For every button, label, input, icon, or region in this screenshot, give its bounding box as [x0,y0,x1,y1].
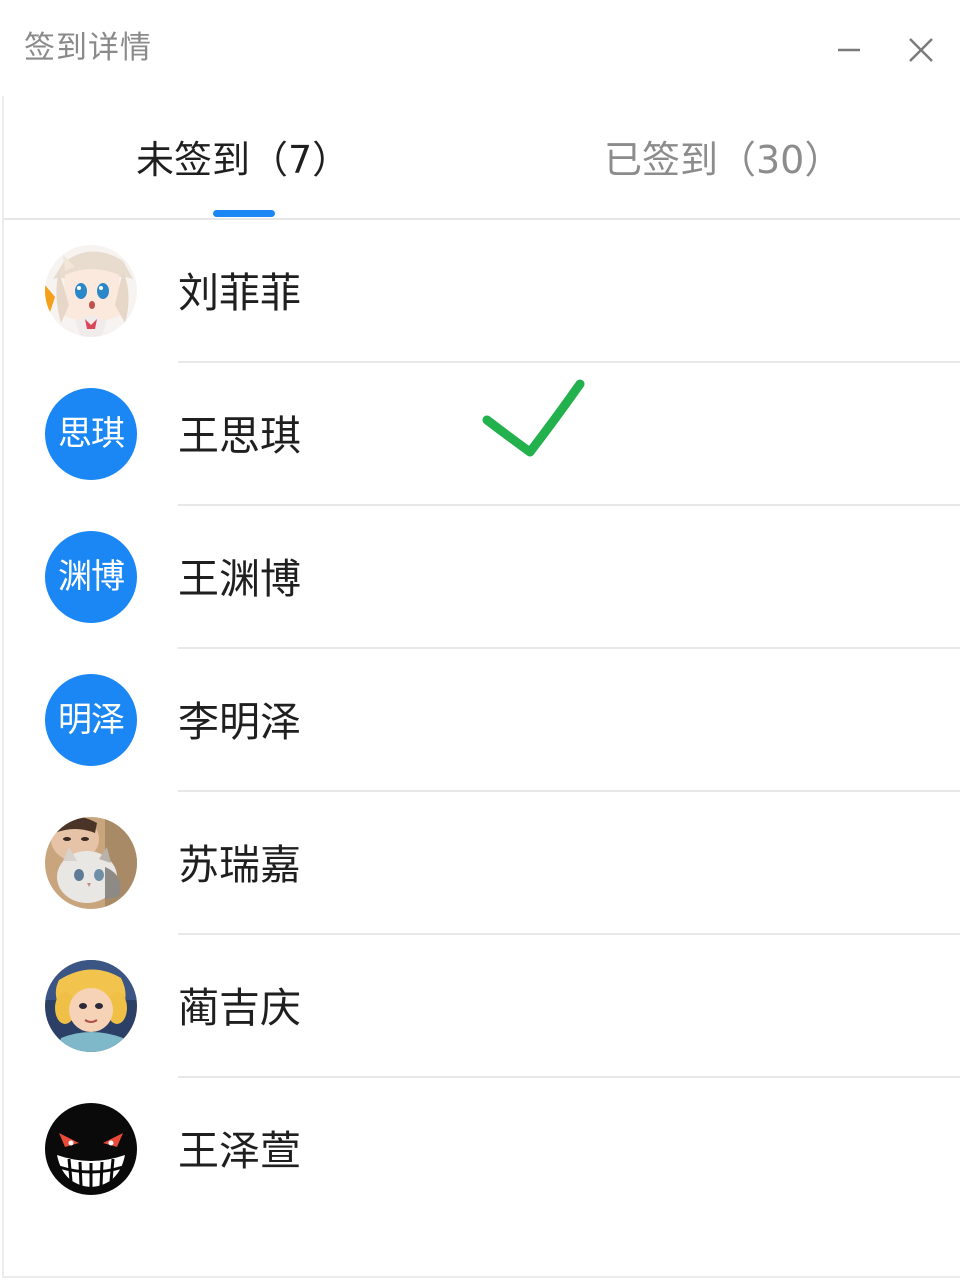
list-item[interactable]: 渊博 王渊博 [4,506,960,649]
tab-bar: 未签到（7） 已签到（30） [4,96,960,220]
avatar: 思琪 [45,388,137,480]
list-item[interactable]: 王泽萱 [4,1078,960,1221]
anime-girl-avatar-icon [45,245,137,337]
cartoon-girl-avatar-icon [45,960,137,1052]
member-name: 李明泽 [178,698,301,746]
member-name: 蔺吉庆 [178,984,301,1032]
content-panel: 未签到（7） 已签到（30） 刘菲菲 思琪 王思琪 渊博 王渊博 明泽 李明泽 … [2,96,960,1278]
avatar [45,960,137,1052]
tab-not-signed-in[interactable]: 未签到（7） [136,136,350,184]
avatar: 明泽 [45,674,137,766]
list-item[interactable]: 苏瑞嘉 [4,792,960,935]
avatar [45,245,137,337]
member-name: 王泽萱 [178,1127,301,1175]
close-icon [909,38,933,62]
sign-in-details-window: 签到详情 未签到（7） 已签到（30） 刘菲菲 思琪 王思琪 渊博 王渊博 明泽… [0,0,960,1280]
close-button[interactable] [901,30,941,70]
list-item[interactable]: 明泽 李明泽 [4,649,960,792]
tab-signed-in[interactable]: 已签到（30） [604,136,842,184]
list-item[interactable]: 刘菲菲 [4,220,960,363]
cat-photo-avatar-icon [45,817,137,909]
avatar [45,817,137,909]
member-name: 王渊博 [178,555,301,603]
member-list: 刘菲菲 思琪 王思琪 渊博 王渊博 明泽 李明泽 苏瑞嘉 蔺吉庆 王泽萱 [4,220,960,1221]
member-name: 刘菲菲 [178,269,301,317]
title-bar: 签到详情 [0,0,960,96]
member-name: 苏瑞嘉 [178,841,301,889]
avatar [45,1103,137,1195]
grinning-face-avatar-icon [45,1103,137,1195]
list-item[interactable]: 蔺吉庆 [4,935,960,1078]
minimize-icon [838,48,860,52]
avatar: 渊博 [45,531,137,623]
active-tab-indicator [213,210,275,217]
member-name: 王思琪 [178,412,301,460]
minimize-button[interactable] [829,30,869,70]
window-title: 签到详情 [24,30,152,66]
checkmark-icon [482,379,585,457]
